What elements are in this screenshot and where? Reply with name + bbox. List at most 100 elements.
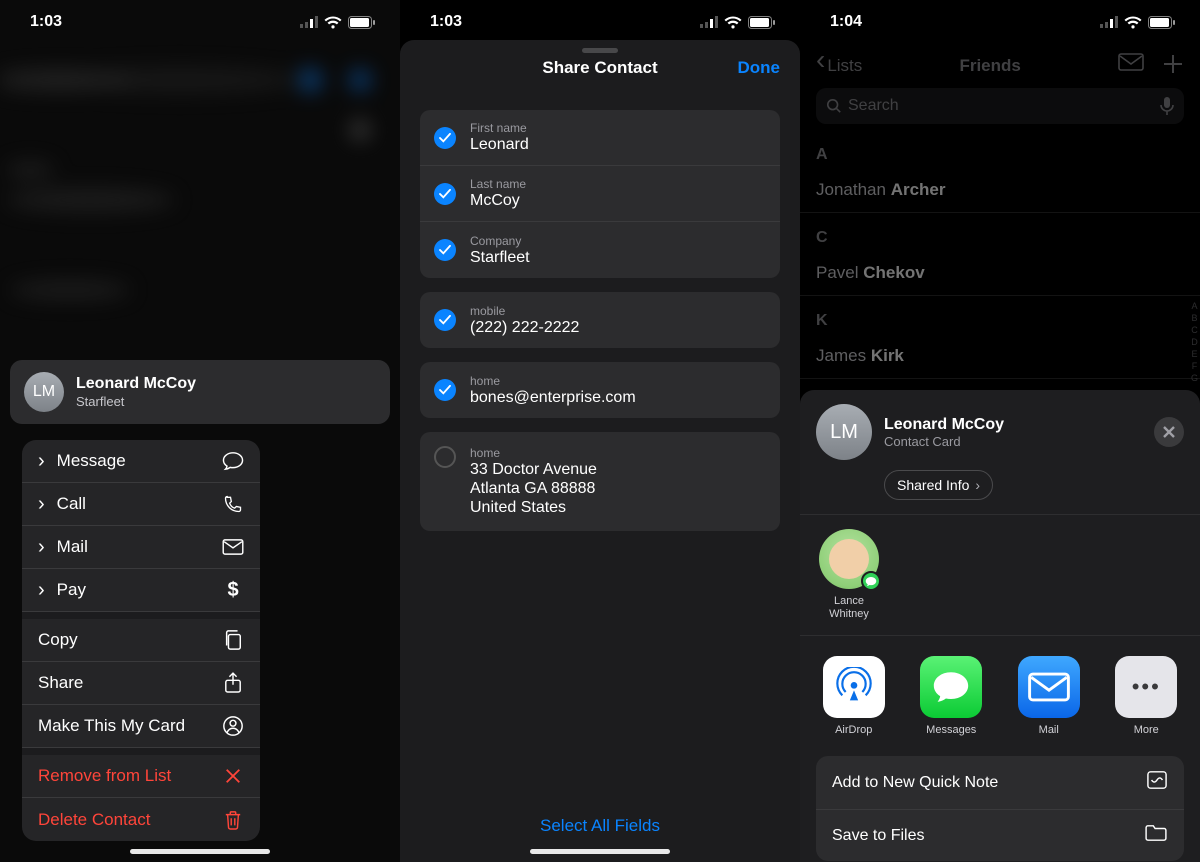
shared-info-button[interactable]: Shared Info <box>884 470 993 500</box>
envelope-icon <box>222 539 244 555</box>
share-fields-sheet: Share Contact Done First nameLeonard Las… <box>400 40 800 862</box>
contact-company: Starfleet <box>76 394 196 409</box>
menu-make-my-card[interactable]: Make This My Card <box>22 705 260 748</box>
menu-separator <box>22 612 260 619</box>
field-email[interactable]: homebones@enterprise.com <box>420 362 780 418</box>
address-line: Atlanta GA 88888 <box>470 480 597 498</box>
content: LM Leonard McCoy Starfleet Message Call … <box>0 44 400 841</box>
field-value: McCoy <box>470 192 526 210</box>
app-label: AirDrop <box>816 724 892 736</box>
field-address[interactable]: home 33 Doctor Avenue Atlanta GA 88888 U… <box>420 432 780 531</box>
wifi-icon <box>724 16 742 29</box>
quick-note-icon <box>1146 770 1168 795</box>
wifi-icon <box>1124 16 1142 29</box>
menu-copy[interactable]: Copy <box>22 619 260 662</box>
person-circle-icon <box>222 715 244 737</box>
dollar-icon: $ <box>222 579 244 602</box>
share-header: LM Leonard McCoy Contact Card <box>800 404 1200 460</box>
action-label: Save to Files <box>832 827 924 845</box>
field-label: First name <box>470 121 529 135</box>
home-indicator[interactable] <box>130 849 270 854</box>
sheet-title: Share Contact <box>542 58 657 78</box>
airdrop-icon <box>823 656 885 718</box>
action-label: Add to New Quick Note <box>832 774 998 792</box>
field-value: Starfleet <box>470 249 530 267</box>
close-button[interactable] <box>1154 417 1184 447</box>
system-share-sheet: LM Leonard McCoy Contact Card Shared Inf… <box>800 390 1200 862</box>
app-label: Messages <box>914 724 990 736</box>
avatar: LM <box>24 372 64 412</box>
field-company[interactable]: CompanyStarfleet <box>420 222 780 278</box>
menu-share[interactable]: Share <box>22 662 260 705</box>
messages-badge-icon <box>861 571 881 591</box>
field-value: Leonard <box>470 136 529 154</box>
contact-preview-card[interactable]: LM Leonard McCoy Starfleet <box>10 360 390 424</box>
memoji-avatar <box>819 529 879 589</box>
trash-icon <box>222 810 244 830</box>
field-first-name[interactable]: First nameLeonard <box>420 110 780 166</box>
screen-context-menu: 1:03 LM Leonard McCoy Starfleet Message … <box>0 0 400 862</box>
phone-icon <box>222 494 244 514</box>
email-group: homebones@enterprise.com <box>420 362 780 418</box>
menu-message[interactable]: Message <box>22 440 260 483</box>
suggested-people: LanceWhitney <box>800 515 1200 621</box>
suggested-person[interactable]: LanceWhitney <box>816 529 882 621</box>
chevron-right-icon <box>38 450 49 473</box>
avatar: LM <box>816 404 872 460</box>
menu-share-label: Share <box>38 673 83 693</box>
menu-call-label: Call <box>57 494 86 514</box>
checkmark-on-icon <box>434 127 456 149</box>
field-label: Company <box>470 234 530 248</box>
menu-pay-label: Pay <box>57 580 86 600</box>
status-indicators <box>300 16 376 29</box>
battery-icon <box>748 16 776 29</box>
field-mobile[interactable]: mobile(222) 222-2222 <box>420 292 780 348</box>
done-button[interactable]: Done <box>738 40 781 96</box>
menu-call[interactable]: Call <box>22 483 260 526</box>
checkmark-on-icon <box>434 309 456 331</box>
menu-pay[interactable]: Pay $ <box>22 569 260 612</box>
share-app-messages[interactable]: Messages <box>914 656 990 736</box>
context-menu: Message Call Mail Pay $ Copy Share <box>22 440 260 841</box>
menu-mail-label: Mail <box>57 537 88 557</box>
chevron-right-icon <box>38 536 49 559</box>
menu-make-card-label: Make This My Card <box>38 716 185 736</box>
menu-remove-from-list[interactable]: Remove from List <box>22 755 260 798</box>
share-app-airdrop[interactable]: AirDrop <box>816 656 892 736</box>
share-actions-card: Add to New Quick Note Save to Files <box>816 756 1184 861</box>
home-indicator[interactable] <box>530 849 670 854</box>
checkmark-off-icon <box>434 446 456 468</box>
menu-delete-contact[interactable]: Delete Contact <box>22 798 260 841</box>
screen-share-contact-fields: 1:03 Share Contact Done First nameLeonar… <box>400 0 800 862</box>
copy-icon <box>222 629 244 651</box>
cellular-icon <box>700 16 718 28</box>
app-label: More <box>1109 724 1185 736</box>
person-last: Whitney <box>829 608 869 620</box>
status-indicators <box>1100 16 1176 29</box>
field-last-name[interactable]: Last nameMcCoy <box>420 166 780 222</box>
address-line: United States <box>470 499 597 517</box>
fields-list: First nameLeonard Last nameMcCoy Company… <box>400 96 800 531</box>
folder-icon <box>1144 824 1168 847</box>
select-all-fields-button[interactable]: Select All Fields <box>400 816 800 836</box>
share-apps-row: AirDrop Messages Mail More <box>800 636 1200 742</box>
menu-remove-label: Remove from List <box>38 766 171 786</box>
menu-mail[interactable]: Mail <box>22 526 260 569</box>
status-indicators <box>700 16 776 29</box>
more-icon <box>1115 656 1177 718</box>
x-icon <box>1162 425 1176 439</box>
share-app-more[interactable]: More <box>1109 656 1185 736</box>
action-save-to-files[interactable]: Save to Files <box>816 810 1184 861</box>
share-app-mail[interactable]: Mail <box>1011 656 1087 736</box>
messages-icon <box>920 656 982 718</box>
field-label: home <box>470 446 597 460</box>
message-bubble-icon <box>222 451 244 471</box>
chevron-right-icon <box>38 493 49 516</box>
status-bar: 1:03 <box>400 0 800 44</box>
person-first: Lance <box>834 595 864 607</box>
contact-name: Leonard McCoy <box>76 375 196 393</box>
action-add-quick-note[interactable]: Add to New Quick Note <box>816 756 1184 810</box>
menu-copy-label: Copy <box>38 630 78 650</box>
field-value: bones@enterprise.com <box>470 389 636 407</box>
app-label: Mail <box>1011 724 1087 736</box>
